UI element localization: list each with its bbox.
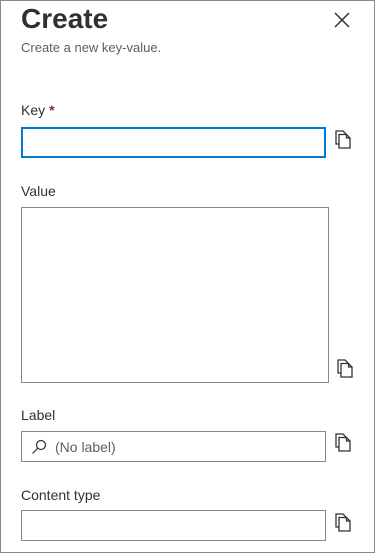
key-input[interactable] [21, 127, 326, 158]
label-field-label: Label [21, 407, 56, 423]
search-icon [32, 439, 47, 454]
value-textarea[interactable] [21, 207, 329, 383]
required-marker: * [49, 102, 55, 118]
label-search-box[interactable] [21, 431, 326, 462]
value-copy-icon[interactable] [334, 357, 356, 379]
label-copy-icon[interactable] [332, 431, 354, 453]
key-label-text: Key [21, 102, 46, 118]
key-copy-icon[interactable] [332, 128, 354, 150]
value-field-label: Value [21, 183, 56, 199]
panel-subtitle: Create a new key-value. [21, 40, 162, 55]
key-field-label: Key * [21, 102, 55, 118]
content-type-field-label: Content type [21, 487, 101, 503]
create-key-value-panel: Create Create a new key-value. Key * Valu… [0, 0, 375, 553]
label-input[interactable] [55, 433, 325, 460]
panel-title: Create [21, 3, 109, 34]
content-type-input[interactable] [21, 510, 326, 541]
close-icon[interactable] [331, 9, 353, 31]
content-type-copy-icon[interactable] [332, 511, 354, 533]
